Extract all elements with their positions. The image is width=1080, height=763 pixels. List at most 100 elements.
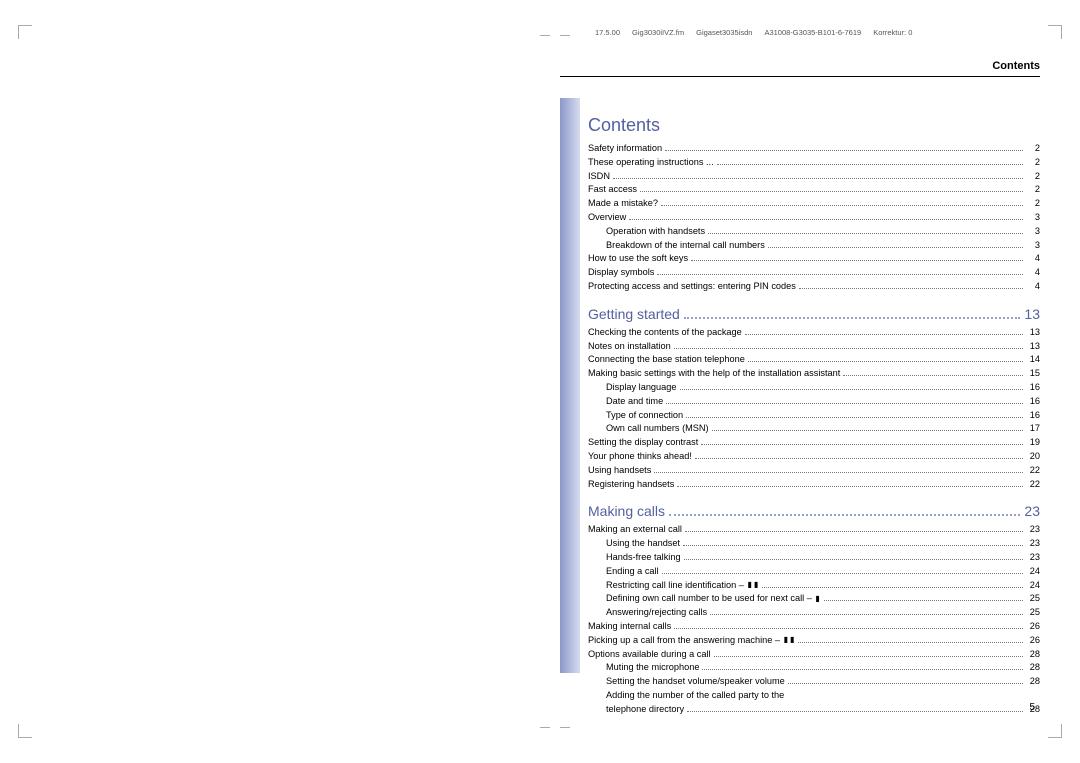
toc-entry-label: Answering/rejecting calls — [606, 606, 707, 620]
toc-leader — [677, 486, 1023, 487]
toc-entry-page: 13 — [1026, 340, 1040, 354]
toc-leader — [654, 472, 1023, 473]
toc-entry: Type of connection 16 — [588, 409, 1040, 423]
toc-heading-page: 23 — [1024, 503, 1040, 519]
toc-leader — [657, 274, 1023, 275]
meta-date: 17.5.00 — [595, 28, 620, 37]
toc-entry-label: ISDN — [588, 170, 610, 184]
toc-entry-label: Display symbols — [588, 266, 654, 280]
toc-leader — [824, 600, 1023, 601]
toc-entry-page: 28 — [1026, 648, 1040, 662]
toc-leader — [691, 260, 1023, 261]
toc-leader — [629, 219, 1023, 220]
toc-entry-page: 22 — [1026, 464, 1040, 478]
meta-file: Gig3030iIVZ.fm — [632, 28, 684, 37]
toc-entry-label: Breakdown of the internal call numbers — [606, 239, 765, 253]
toc-entry-label: Type of connection — [606, 409, 683, 423]
menu-key-icon: ▮ — [754, 579, 758, 591]
crop-mark-mbl — [540, 727, 550, 728]
toc-entry: Registering handsets 22 — [588, 478, 1040, 492]
toc-entry-label: Restricting call line identification – ▮… — [606, 579, 759, 593]
toc-entry-page: 22 — [1026, 478, 1040, 492]
toc-entry: Setting the display contrast19 — [588, 436, 1040, 450]
toc-content: Contents Safety information2These operat… — [588, 115, 1040, 716]
page-number: 5 — [1029, 702, 1035, 713]
toc-leader — [745, 334, 1023, 335]
toc-entry: Hands-free talking23 — [588, 551, 1040, 565]
toc-entry-page: 16 — [1026, 381, 1040, 395]
toc-leader — [640, 191, 1023, 192]
toc-leader — [798, 642, 1023, 643]
toc-entry-page: 28 — [1026, 675, 1040, 689]
toc-entry-page: 24 — [1026, 579, 1040, 593]
toc-entry-label: Setting the handset volume/speaker volum… — [606, 675, 785, 689]
menu-key-icon: ▮ — [815, 593, 819, 605]
toc-entry-label: Ending a call — [606, 565, 659, 579]
toc-entry-label: Fast access — [588, 183, 637, 197]
toc-leader — [788, 683, 1023, 684]
toc-entry: Options available during a call 28 — [588, 648, 1040, 662]
toc-leader — [843, 375, 1023, 376]
toc-leader — [680, 389, 1024, 390]
toc-entry: Picking up a call from the answering mac… — [588, 634, 1040, 648]
toc-entry: Adding the number of the called party to… — [588, 689, 1040, 703]
meta-product: Gigaset3035isdn — [696, 28, 752, 37]
toc-section-heading: Getting started13 — [588, 306, 1040, 322]
toc-leader — [684, 317, 1021, 319]
toc-entry-label: Registering handsets — [588, 478, 674, 492]
toc-leader — [712, 430, 1023, 431]
toc-entry-label: Setting the display contrast — [588, 436, 698, 450]
menu-key-icon: ▮ — [784, 634, 788, 646]
toc-entry-label: Display language — [606, 381, 677, 395]
toc-entry: Restricting call line identification – ▮… — [588, 579, 1040, 593]
toc-leader — [768, 247, 1023, 248]
toc-entry-page: 16 — [1026, 409, 1040, 423]
crop-mark-tl — [18, 25, 32, 39]
crop-mark-bl — [18, 724, 32, 738]
toc-entry-page: 17 — [1026, 422, 1040, 436]
toc-entry-label: Overview — [588, 211, 626, 225]
toc-leader — [683, 545, 1023, 546]
toc-entry-page: 25 — [1026, 592, 1040, 606]
meta-partno: A31008-G3035-B101-6-7619 — [764, 28, 861, 37]
toc-section-heading: Making calls23 — [588, 503, 1040, 519]
toc-entry-label: Options available during a call — [588, 648, 711, 662]
toc-entry: These operating instructions ...2 — [588, 156, 1040, 170]
crop-mark-tr — [1048, 25, 1062, 39]
crop-mark-mtr — [560, 35, 570, 36]
toc-entry-label: Muting the microphone — [606, 661, 699, 675]
toc-entry: Setting the handset volume/speaker volum… — [588, 675, 1040, 689]
toc-entry-page: 2 — [1026, 142, 1040, 156]
toc-entry: Connecting the base station telephone14 — [588, 353, 1040, 367]
toc-leader — [661, 205, 1023, 206]
toc-entry: Notes on installation13 — [588, 340, 1040, 354]
toc-leader — [666, 403, 1023, 404]
running-head: Contents — [560, 60, 1040, 77]
toc-entry-label: Using handsets — [588, 464, 651, 478]
toc-entry-page: 16 — [1026, 395, 1040, 409]
toc-entry: Made a mistake?2 — [588, 197, 1040, 211]
toc-entry-label: Defining own call number to be used for … — [606, 592, 821, 606]
toc-entry-label: Made a mistake? — [588, 197, 658, 211]
crop-mark-mbr — [560, 727, 570, 728]
toc-entry: Display symbols4 — [588, 266, 1040, 280]
toc-leader — [717, 164, 1023, 165]
toc-leader — [708, 233, 1023, 234]
toc-entry: Own call numbers (MSN) 17 — [588, 422, 1040, 436]
toc-entry-page: 26 — [1026, 620, 1040, 634]
toc-entry-page: 14 — [1026, 353, 1040, 367]
toc-leader — [674, 348, 1023, 349]
toc-entry-label: Making basic settings with the help of t… — [588, 367, 840, 381]
toc-entry: Ending a call24 — [588, 565, 1040, 579]
toc-entry: Fast access 2 — [588, 183, 1040, 197]
sidebar-gradient — [560, 98, 580, 673]
toc-entry-page: 2 — [1026, 183, 1040, 197]
toc-entry: Making basic settings with the help of t… — [588, 367, 1040, 381]
toc-entry: ISDN2 — [588, 170, 1040, 184]
toc-entry-label: Making internal calls — [588, 620, 671, 634]
toc-entry: Your phone thinks ahead!20 — [588, 450, 1040, 464]
toc-entry-label: Own call numbers (MSN) — [606, 422, 709, 436]
toc-entry-label: These operating instructions ... — [588, 156, 714, 170]
header-meta: 17.5.00 Gig3030iIVZ.fm Gigaset3035isdn A… — [595, 28, 1020, 37]
toc-entry-label: Picking up a call from the answering mac… — [588, 634, 795, 648]
